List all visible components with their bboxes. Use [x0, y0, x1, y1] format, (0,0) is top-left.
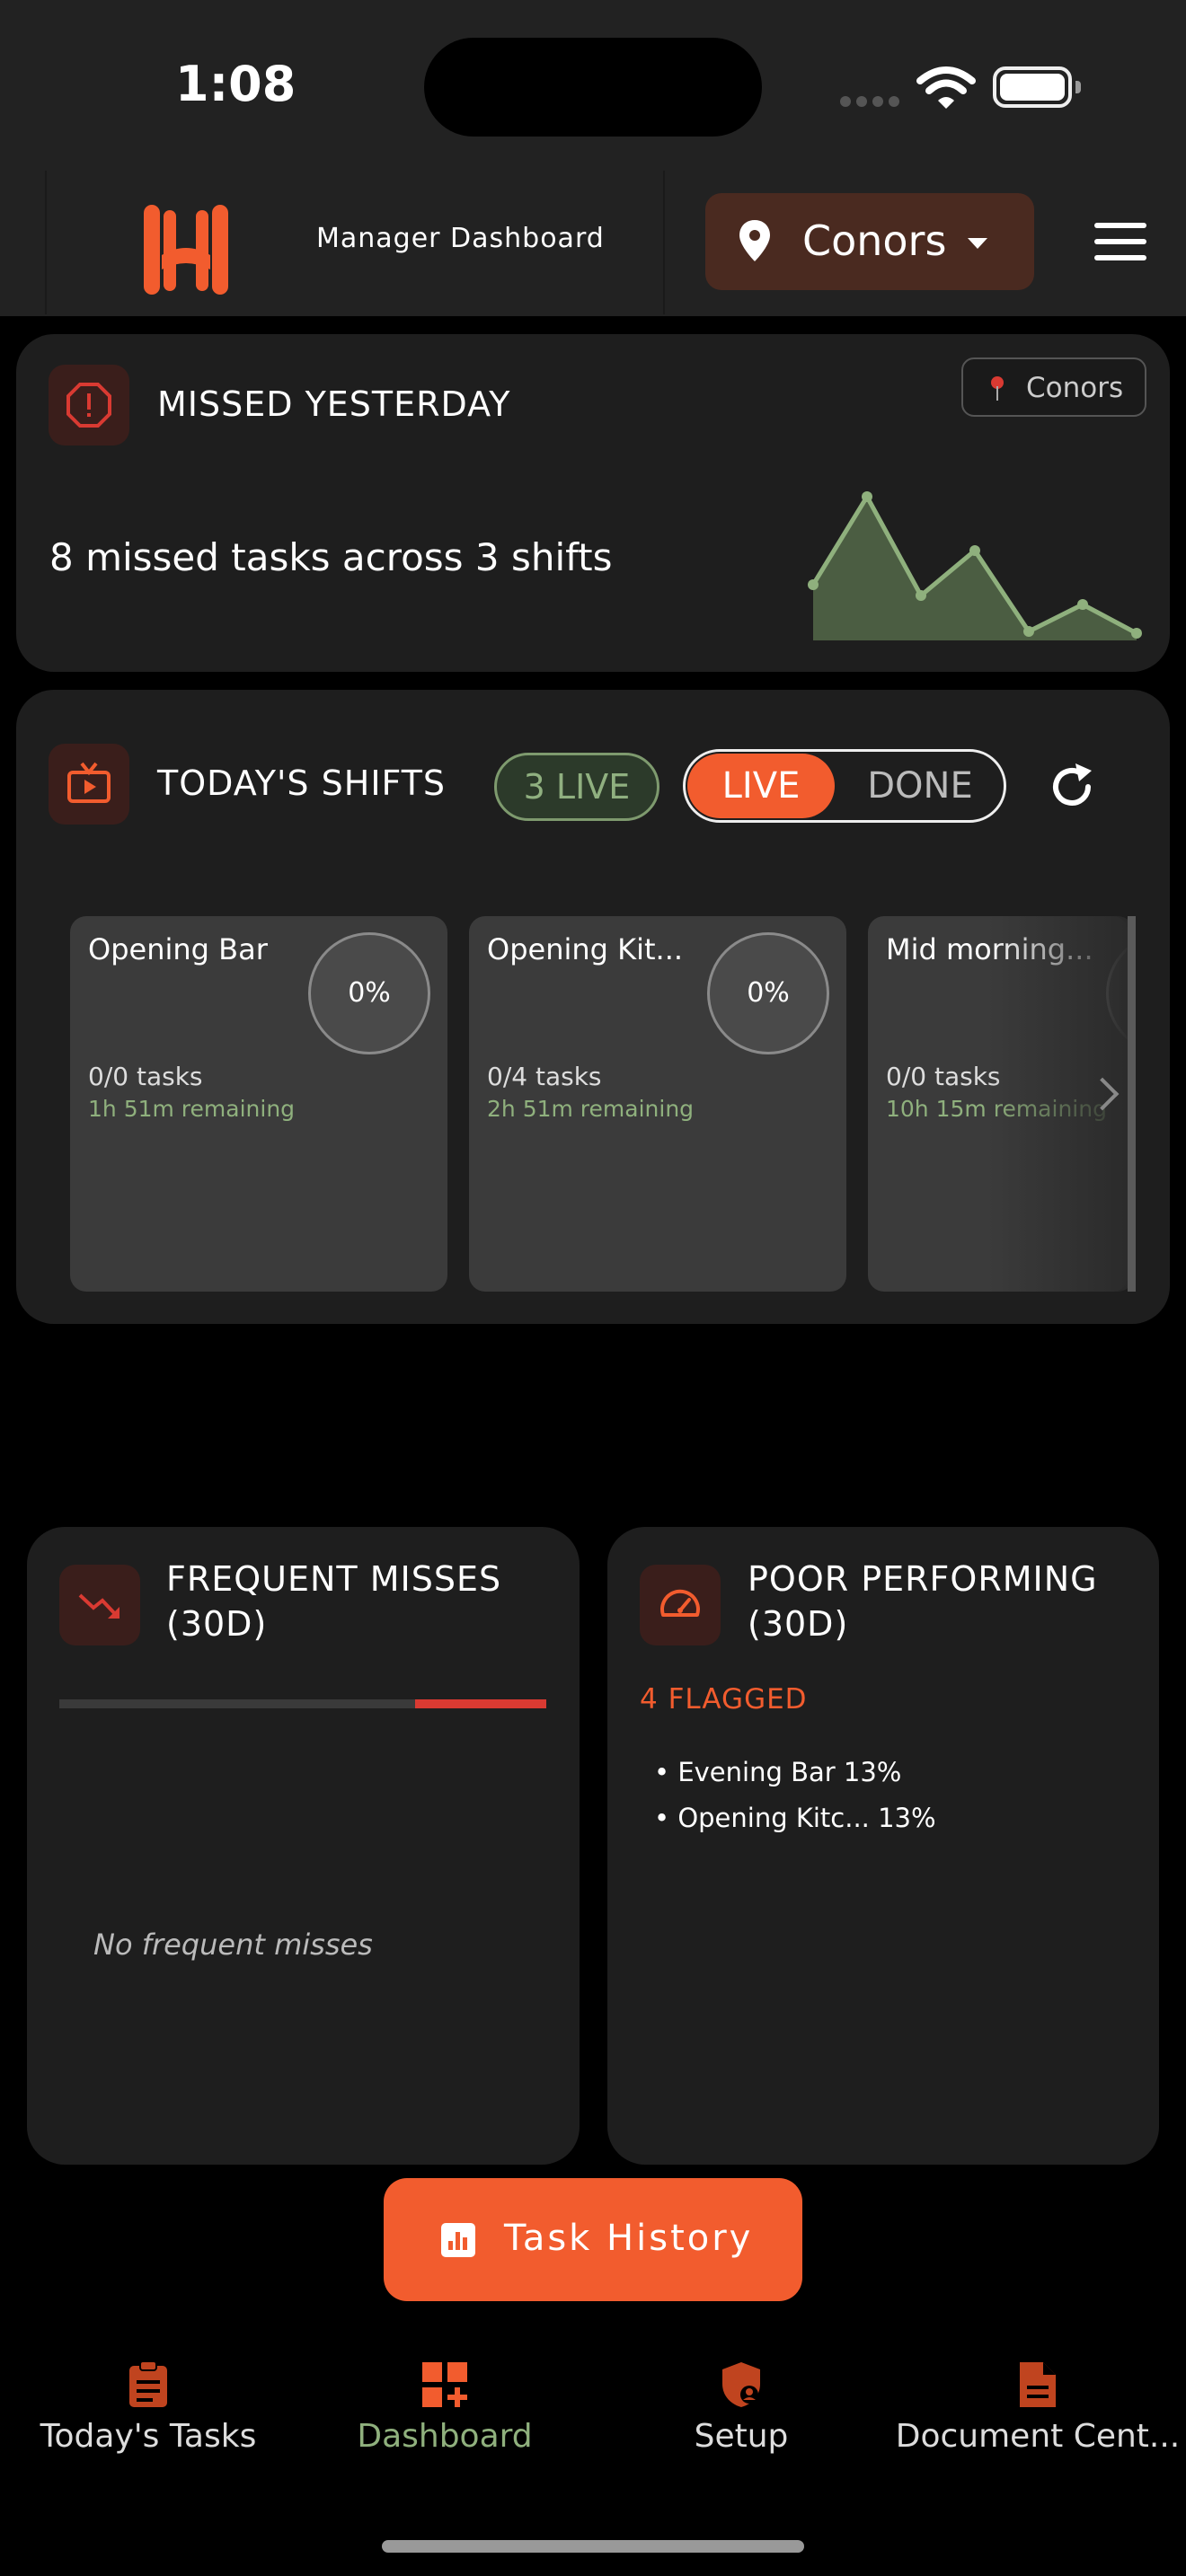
shift-progress-ring: 0%	[308, 932, 430, 1054]
dynamic-island	[424, 38, 762, 137]
location-chip-label: Conors	[1026, 372, 1124, 404]
missed-summary: 8 missed tasks across 3 shifts	[49, 535, 613, 579]
alert-octagon-icon	[66, 383, 111, 428]
tab-todays-tasks[interactable]: Today's Tasks	[0, 2360, 296, 2455]
shift-task-count: 0/0 tasks	[88, 1062, 203, 1091]
document-icon	[1020, 2362, 1056, 2407]
header-divider	[45, 171, 47, 314]
clipboard-icon	[129, 2360, 167, 2407]
tab-document-center[interactable]: Document Cent...	[890, 2360, 1186, 2455]
flagged-count: 4 FLAGGED	[640, 1683, 808, 1716]
todays-shifts-title: TODAY'S SHIFTS	[157, 763, 447, 803]
shift-task-count: 0/0 tasks	[886, 1062, 1001, 1091]
chevron-down-icon	[968, 238, 987, 249]
poor-performing-period: (30D)	[748, 1604, 849, 1644]
hamburger-menu-icon[interactable]	[1094, 223, 1146, 271]
shift-time-remaining: 2h 51m remaining	[487, 1096, 695, 1122]
shift-card[interactable]: Opening Bar 0% 0/0 tasks 1h 51m remainin…	[70, 916, 447, 1292]
tab-label: Document Cent...	[895, 2418, 1181, 2455]
location-chip: Conors	[961, 357, 1146, 417]
scroll-fade	[988, 916, 1134, 1292]
location-pin-icon	[739, 220, 770, 261]
location-selector-label: Conors	[802, 216, 947, 265]
missed-icon-box	[49, 365, 129, 446]
missed-yesterday-title: MISSED YESTERDAY	[157, 384, 511, 424]
shift-name: Opening Bar	[88, 932, 268, 966]
shift-card[interactable]: Opening Kit... 0% 0/4 tasks 2h 51m remai…	[469, 916, 846, 1292]
live-count-badge: 3 LIVE	[494, 753, 659, 821]
tab-label: Setup	[694, 2418, 789, 2455]
status-time: 1:08	[175, 56, 296, 112]
frequent-misses-bar-fill	[415, 1699, 546, 1708]
tab-dashboard[interactable]: Dashboard	[296, 2360, 593, 2455]
toggle-live[interactable]: LIVE	[687, 754, 835, 818]
scroll-edge	[1128, 916, 1136, 1292]
page-title: Manager Dashboard	[316, 223, 605, 254]
shift-name: Opening Kit...	[487, 932, 684, 966]
app-logo-icon	[144, 205, 228, 295]
task-history-label: Task History	[504, 2218, 754, 2259]
tab-setup[interactable]: Setup	[593, 2360, 890, 2455]
trending-down-icon	[78, 1593, 119, 1619]
shifts-icon-box	[49, 744, 129, 825]
flagged-item: • Evening Bar 13%	[654, 1757, 902, 1787]
live-done-toggle: LIVE DONE	[683, 749, 1006, 823]
frequent-misses-bar	[59, 1699, 546, 1708]
battery-icon	[993, 66, 1081, 108]
poor-performing-title: POOR PERFORMING	[748, 1559, 1098, 1599]
tab-label: Today's Tasks	[40, 2418, 257, 2455]
bar-chart-icon	[441, 2223, 475, 2257]
poor-icon-box	[640, 1565, 721, 1645]
wifi-icon	[916, 66, 976, 109]
shield-user-icon	[722, 2362, 760, 2407]
missed-sparkline	[808, 491, 1142, 640]
frequent-misses-title: FREQUENT MISSES	[166, 1559, 502, 1599]
tab-label: Dashboard	[357, 2418, 533, 2455]
header-divider	[663, 171, 665, 314]
map-pin-icon	[991, 376, 1004, 401]
toggle-done[interactable]: DONE	[836, 754, 1004, 818]
cellular-signal-icon	[840, 93, 905, 110]
frequent-misses-period: (30D)	[166, 1604, 268, 1644]
home-indicator[interactable]	[382, 2540, 804, 2553]
frequent-icon-box	[59, 1565, 140, 1645]
tv-icon	[67, 762, 111, 803]
refresh-icon[interactable]	[1047, 762, 1097, 812]
dashboard-icon	[422, 2362, 467, 2407]
speedometer-icon	[660, 1589, 700, 1617]
flagged-item: • Opening Kitc... 13%	[654, 1803, 936, 1833]
location-selector[interactable]: Conors	[705, 193, 1034, 290]
task-history-button[interactable]: Task History	[384, 2178, 802, 2301]
shift-progress-ring: 0%	[707, 932, 829, 1054]
shift-task-count: 0/4 tasks	[487, 1062, 602, 1091]
frequent-misses-empty: No frequent misses	[93, 1928, 373, 1962]
shift-time-remaining: 1h 51m remaining	[88, 1096, 296, 1122]
